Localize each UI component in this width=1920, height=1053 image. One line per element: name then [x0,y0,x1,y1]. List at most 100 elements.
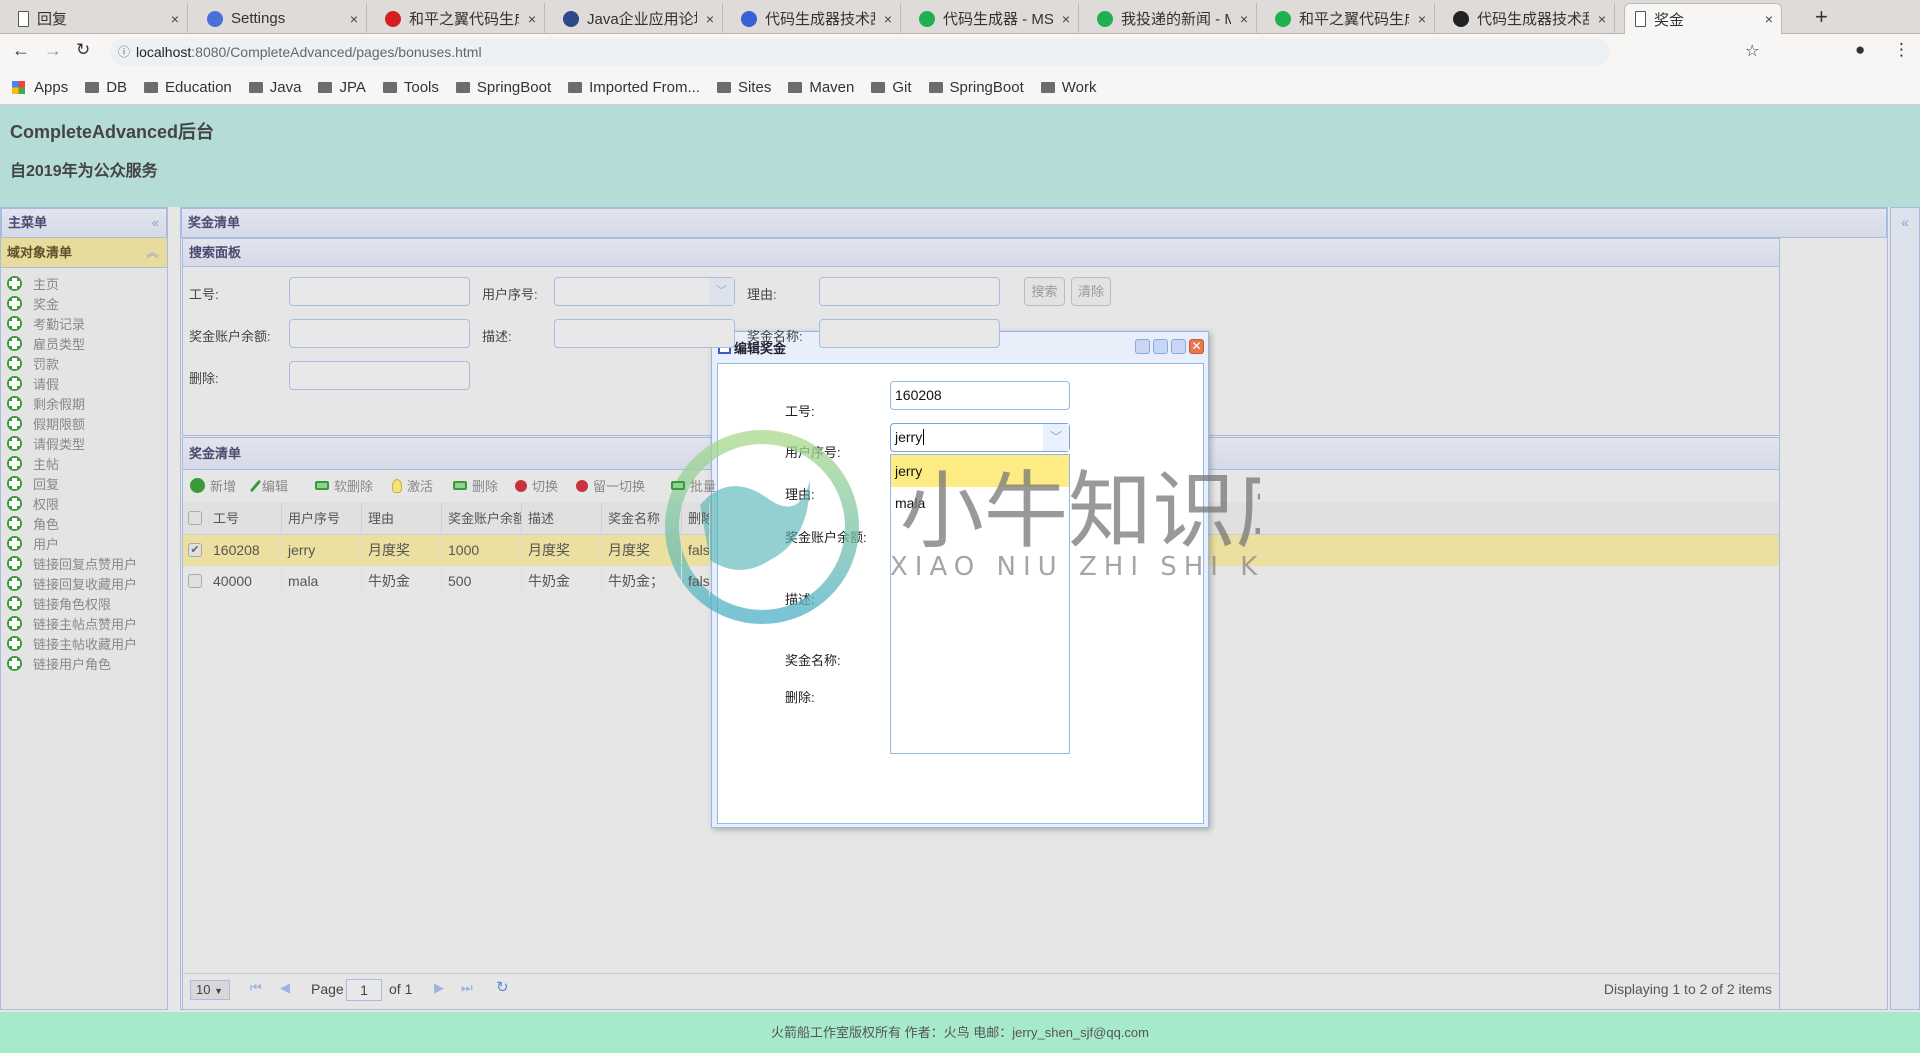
deleted-search-input[interactable] [289,361,470,390]
bookmark-item[interactable]: Git [871,79,912,96]
sidebar-item[interactable]: 请假类型 [7,433,137,453]
url-input[interactable]: ⓘ localhost:8080/CompleteAdvanced/pages/b… [110,38,1610,66]
sidebar-item[interactable]: 角色 [7,513,137,533]
sidebar-item[interactable]: 奖金 [7,293,137,313]
row-checkbox[interactable]: ✔ [188,543,202,557]
browser-tab[interactable]: 代码生成器 - MS × [909,3,1079,34]
sidebar-item[interactable]: 雇员类型 [7,333,137,353]
description-search-input[interactable] [554,319,735,348]
back-icon[interactable]: ← [12,40,30,61]
bookmark-item[interactable]: Maven [788,79,854,96]
employee-id-search-input[interactable] [289,277,470,306]
page-size-select[interactable]: 10 ▼ [190,980,230,1000]
add-button[interactable]: 新增 [190,476,236,495]
new-tab-button[interactable]: + [1815,4,1828,30]
sidebar-item[interactable]: 请假 [7,373,137,393]
sidebar-item[interactable]: 权限 [7,493,137,513]
sidebar-item[interactable]: 链接角色权限 [7,593,137,613]
refresh-icon[interactable]: ↻ [496,978,509,996]
accordion-header[interactable]: 域对象清单 ︽ [1,238,167,268]
page-input[interactable]: 1 [346,979,382,1001]
right-panel-collapsed[interactable]: « [1890,207,1920,1010]
activate-button[interactable]: 激活 [392,476,433,495]
sidebar-item[interactable]: 用户 [7,533,137,553]
sidebar-item[interactable]: 回复 [7,473,137,493]
column-header[interactable]: 工号 [207,503,282,535]
search-button[interactable]: 搜索 [1024,277,1065,306]
bookmark-item[interactable]: Apps [12,79,68,96]
collapse-window-button[interactable] [1135,339,1150,354]
bookmark-item[interactable]: JPA [318,79,366,96]
browser-tab[interactable]: 我投递的新闻 - M × [1087,3,1257,34]
sidebar-item[interactable]: 链接主帖点赞用户 [7,613,137,633]
expand-icon[interactable]: « [1901,214,1909,230]
toggle-button[interactable]: 切换 [515,476,558,495]
toggle-one-button[interactable]: 留一切换 [576,476,645,495]
prev-page-icon[interactable]: ◀ [280,980,290,996]
close-tab-icon[interactable]: × [1240,11,1248,27]
browser-tab[interactable]: 回复 × [8,3,188,34]
column-header[interactable]: 删除 [682,503,710,535]
sidebar-item[interactable]: 链接回复收藏用户 [7,573,137,593]
sidebar-item[interactable]: 链接回复点赞用户 [7,553,137,573]
chevron-down-icon[interactable]: ﹀ [709,278,734,305]
close-tab-icon[interactable]: × [1765,11,1773,27]
bookmark-item[interactable]: DB [85,79,127,96]
select-all-checkbox[interactable] [188,511,202,525]
browser-tab[interactable]: Java企业应用论坛 × [553,3,723,34]
close-tab-icon[interactable]: × [1418,11,1426,27]
close-tab-icon[interactable]: × [1598,11,1606,27]
chevron-up-icon[interactable]: ︽ [146,238,159,267]
close-window-button[interactable]: ✕ [1189,339,1204,354]
bonus-name-search-input[interactable] [819,319,1000,348]
close-tab-icon[interactable]: × [884,11,892,27]
sidebar-item[interactable]: 主帖 [7,453,137,473]
close-tab-icon[interactable]: × [171,11,179,27]
clear-button[interactable]: 清除 [1071,277,1111,306]
browser-tab[interactable]: 和平之翼代码生成 × [375,3,545,34]
row-checkbox[interactable] [188,574,202,588]
browser-tab[interactable]: Settings × [197,3,367,34]
next-page-icon[interactable]: ▶ [434,980,444,996]
browser-tab[interactable]: 奖金 × [1624,3,1782,34]
user-combo[interactable]: jerry ﹀ [890,423,1070,452]
edit-button[interactable]: 编辑 [249,476,288,495]
balance-search-input[interactable] [289,319,470,348]
sidebar-item[interactable]: 链接用户角色 [7,653,137,673]
bookmark-item[interactable]: Java [248,79,301,96]
batch-button[interactable]: 批量 [671,476,716,495]
sidebar-item[interactable]: 主页 [7,273,137,293]
browser-tab[interactable]: 代码生成器技术乱 × [1443,3,1615,34]
minimize-window-button[interactable] [1153,339,1168,354]
bookmark-item[interactable]: Tools [382,79,439,96]
bookmark-item[interactable]: SpringBoot [928,79,1024,96]
bookmark-item[interactable]: SpringBoot [455,79,551,96]
soft-delete-button[interactable]: 软删除 [315,476,373,495]
last-page-icon[interactable]: ⏭ [461,980,473,996]
account-icon[interactable]: ● [1855,40,1865,60]
delete-button[interactable]: 删除 [453,476,498,495]
sidebar-item[interactable]: 剩余假期 [7,393,137,413]
user-search-combo[interactable]: ﹀ [554,277,735,306]
close-tab-icon[interactable]: × [528,11,536,27]
bookmark-item[interactable]: Sites [716,79,771,96]
column-header[interactable]: 描述 [522,503,602,535]
column-header[interactable]: 用户序号 [282,503,362,535]
close-tab-icon[interactable]: × [350,11,358,27]
bookmark-item[interactable]: Imported From... [568,79,700,96]
reload-icon[interactable]: ↻ [76,40,90,60]
close-tab-icon[interactable]: × [706,11,714,27]
forward-icon[interactable]: → [44,40,62,61]
sidebar-item[interactable]: 链接主帖收藏用户 [7,633,137,653]
reason-search-input[interactable] [819,277,1000,306]
collapse-left-icon[interactable]: « [152,209,159,237]
close-tab-icon[interactable]: × [1062,11,1070,27]
sidebar-item[interactable]: 考勤记录 [7,313,137,333]
star-icon[interactable]: ☆ [1745,41,1759,61]
dropdown-option[interactable]: mala [891,487,1069,519]
browser-tab[interactable]: 代码生成器技术乱 × [731,3,901,34]
sidebar-item[interactable]: 假期限额 [7,413,137,433]
column-header[interactable]: 奖金账户余额 [442,503,522,535]
maximize-window-button[interactable] [1171,339,1186,354]
bookmark-item[interactable]: Education [144,79,232,96]
